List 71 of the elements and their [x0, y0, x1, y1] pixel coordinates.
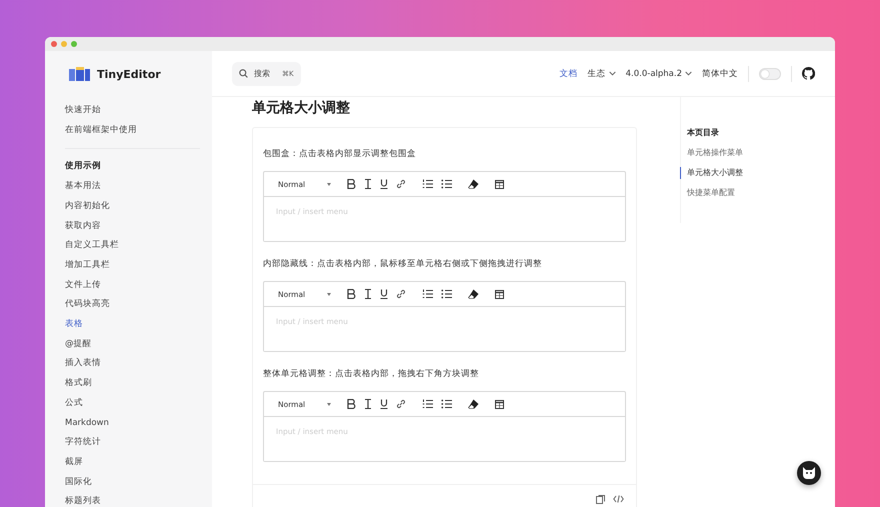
underline-icon[interactable] — [380, 399, 388, 409]
bold-icon[interactable] — [347, 179, 356, 189]
toc-link[interactable]: 单元格操作菜单 — [680, 147, 743, 159]
nav-link[interactable]: 简体中文 — [702, 68, 738, 80]
sidebar-item[interactable]: 插入表情 — [65, 354, 101, 374]
nav-link[interactable]: 生态 — [588, 68, 606, 80]
page-title: 单元格大小调整 — [252, 99, 351, 118]
close-dot[interactable] — [51, 41, 57, 47]
nav-link[interactable]: 文档 — [560, 68, 578, 80]
eraser-icon[interactable] — [468, 399, 480, 409]
bullet-list-icon[interactable] — [441, 179, 452, 189]
sidebar-item[interactable]: 快速开始 — [65, 101, 101, 121]
sidebar-item[interactable]: 截屏 — [65, 452, 83, 473]
table-icon[interactable] — [495, 290, 504, 298]
link-icon[interactable] — [396, 179, 406, 189]
table-icon[interactable] — [495, 400, 504, 408]
caret-icon — [327, 182, 332, 186]
sidebar-item[interactable]: Markdown — [65, 414, 109, 434]
copy-icon[interactable] — [596, 494, 605, 504]
demo-description: 整体单元格调整：点击表格内部，拖拽右下角方块调整 — [263, 368, 480, 380]
sidebar-item[interactable]: 内容初始化 — [65, 196, 110, 217]
theme-toggle[interactable] — [759, 68, 781, 80]
caret-icon — [327, 402, 332, 406]
sidebar-item[interactable]: 标题列表 — [65, 492, 101, 507]
ordered-list-icon[interactable] — [422, 289, 434, 299]
nav-link[interactable]: 4.0.0-alpha.2 — [626, 68, 682, 78]
bold-icon[interactable] — [347, 289, 356, 299]
search-icon — [239, 69, 248, 78]
italic-icon[interactable] — [364, 179, 372, 189]
zoom-dot[interactable] — [71, 41, 77, 47]
ordered-list-icon[interactable] — [422, 179, 434, 189]
italic-icon[interactable] — [364, 289, 372, 299]
sidebar-item[interactable]: 增加工具栏 — [65, 256, 110, 276]
caret-icon — [327, 292, 332, 296]
sidebar-item[interactable]: 在前端框架中使用 — [65, 120, 137, 140]
sidebar-item[interactable]: 代码块高亮 — [65, 295, 110, 316]
cat-face-icon — [802, 467, 816, 479]
link-icon[interactable] — [396, 399, 406, 409]
italic-icon[interactable] — [364, 399, 372, 409]
sidebar-item[interactable]: 表格 — [65, 315, 83, 335]
toc-heading: 本页目录 — [687, 127, 719, 139]
minimize-dot[interactable] — [61, 41, 67, 47]
sidebar-item[interactable]: 自定义工具栏 — [65, 236, 119, 256]
sidebar-item[interactable]: 格式刷 — [65, 374, 92, 394]
bold-icon[interactable] — [347, 399, 356, 409]
github-icon[interactable] — [802, 67, 815, 80]
toc-link[interactable]: 单元格大小调整 — [680, 167, 743, 179]
eraser-icon[interactable] — [468, 179, 480, 189]
sidebar-item[interactable]: @提醒 — [65, 334, 92, 354]
logo-icon — [69, 67, 91, 81]
sidebar-item[interactable]: 国际化 — [65, 472, 92, 492]
brand-name: TinyEditor — [97, 68, 161, 80]
demo-description: 包围盒：点击表格内部显示调整包围盒 — [263, 148, 417, 160]
sidebar-item[interactable]: 文件上传 — [65, 276, 101, 296]
underline-icon[interactable] — [380, 179, 388, 189]
bullet-list-icon[interactable] — [441, 289, 452, 299]
cat-avatar-button[interactable] — [797, 461, 821, 485]
underline-icon[interactable] — [380, 289, 388, 299]
code-icon[interactable] — [613, 495, 624, 503]
section-heading: 使用示例 — [65, 160, 101, 174]
eraser-icon[interactable] — [468, 289, 480, 299]
sidebar-item[interactable]: 获取内容 — [65, 216, 101, 236]
ordered-list-icon[interactable] — [422, 399, 434, 409]
sidebar-item[interactable]: 字符统计 — [65, 433, 101, 453]
sidebar-item[interactable]: 基本用法 — [65, 177, 101, 197]
sidebar-item[interactable]: 公式 — [65, 394, 83, 414]
link-icon[interactable] — [396, 289, 406, 299]
table-icon[interactable] — [495, 180, 504, 188]
bullet-list-icon[interactable] — [441, 399, 452, 409]
demo-description: 内部隐藏线：点击表格内部，鼠标移至单元格右侧或下侧拖拽进行调整 — [263, 258, 543, 270]
toc-link[interactable]: 快捷菜单配置 — [680, 187, 735, 199]
